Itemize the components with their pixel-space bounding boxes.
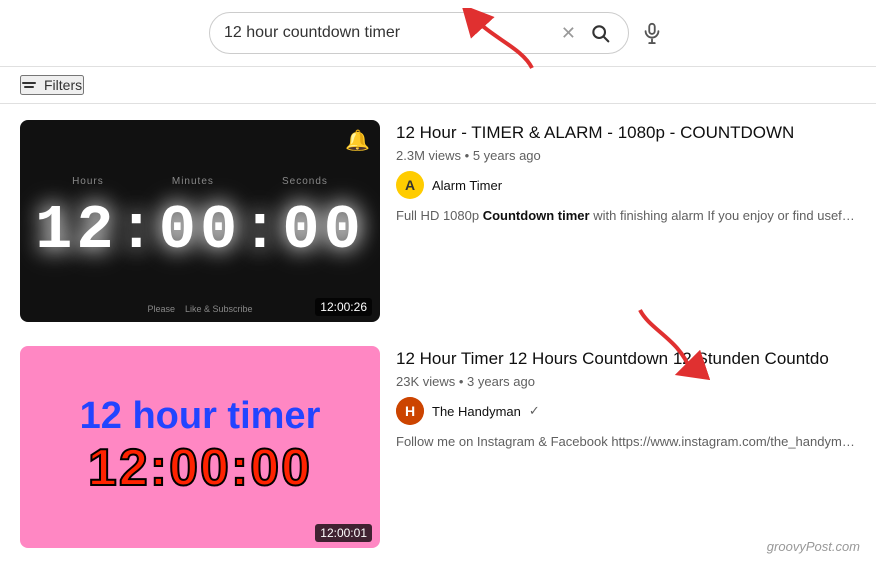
thumb1-bg: Hours Minutes Seconds 12:00:00 Please Li… — [20, 120, 380, 322]
thumbnail-2[interactable]: 12 hour timer 12:00:00 12:00:01 — [20, 346, 380, 548]
thumb1-labels: Hours Minutes Seconds — [38, 176, 362, 187]
search-bar-row: ✕ — [0, 0, 876, 67]
video-info-1: 12 Hour - TIMER & ALARM - 1080p - COUNTD… — [396, 120, 856, 225]
video-meta-2: 23K views • 3 years ago — [396, 374, 856, 389]
clear-button[interactable]: ✕ — [557, 24, 580, 42]
filters-button[interactable]: Filters — [20, 75, 84, 95]
thumb2-bg: 12 hour timer 12:00:00 12:00:01 — [20, 346, 380, 548]
thumb2-time: 12:00:00 — [88, 438, 312, 498]
channel-name-1: Alarm Timer — [432, 178, 502, 193]
search-button[interactable] — [586, 19, 614, 47]
bell-icon: 🔔 — [345, 128, 370, 153]
views-2: 23K views — [396, 374, 455, 389]
thumbnail-1[interactable]: Hours Minutes Seconds 12:00:00 Please Li… — [20, 120, 380, 322]
views-1: 2.3M views — [396, 148, 461, 163]
channel-avatar-2: H — [396, 397, 424, 425]
mic-button[interactable] — [637, 18, 667, 48]
mic-icon — [641, 22, 663, 44]
video-title-1[interactable]: 12 Hour - TIMER & ALARM - 1080p - COUNTD… — [396, 122, 856, 144]
watermark: groovyPost.com — [767, 539, 860, 554]
age-1: 5 years ago — [473, 148, 541, 163]
filters-label-text: Filters — [44, 77, 82, 93]
video-result-2: 12 hour timer 12:00:00 12:00:01 12 Hour … — [20, 346, 856, 548]
search-input-wrapper: ✕ — [209, 12, 629, 54]
svg-text:H: H — [405, 403, 415, 419]
channel-name-2: The Handyman — [432, 404, 521, 419]
filter-icon — [22, 82, 36, 88]
video-meta-1: 2.3M views • 5 years ago — [396, 148, 856, 163]
video-channel-2[interactable]: H The Handyman ✓ — [396, 397, 856, 425]
video-info-2: 12 Hour Timer 12 Hours Countdown 12 Stun… — [396, 346, 856, 451]
verified-icon-2: ✓ — [529, 403, 540, 419]
video-title-2[interactable]: 12 Hour Timer 12 Hours Countdown 12 Stun… — [396, 348, 856, 370]
results-area: Hours Minutes Seconds 12:00:00 Please Li… — [0, 104, 876, 564]
video-result-1: Hours Minutes Seconds 12:00:00 Please Li… — [20, 120, 856, 322]
filters-row: Filters — [0, 67, 876, 104]
age-2: 3 years ago — [467, 374, 535, 389]
thumb1-time: 12:00:00 — [35, 195, 365, 266]
video-desc-1: Full HD 1080p Countdown timer with finis… — [396, 207, 856, 225]
thumb2-title: 12 hour timer — [80, 396, 321, 438]
video-channel-1[interactable]: A Alarm Timer — [396, 171, 856, 199]
thumb2-duration: 12:00:01 — [315, 524, 372, 542]
desc-bold-1: Countdown timer — [483, 208, 590, 223]
search-input[interactable] — [224, 24, 551, 42]
video-desc-2: Follow me on Instagram & Facebook https:… — [396, 433, 856, 451]
search-icon — [590, 23, 610, 43]
channel-avatar-1: A — [396, 171, 424, 199]
thumb1-duration: 12:00:26 — [315, 298, 372, 316]
handyman-avatar-svg: H — [396, 397, 424, 425]
